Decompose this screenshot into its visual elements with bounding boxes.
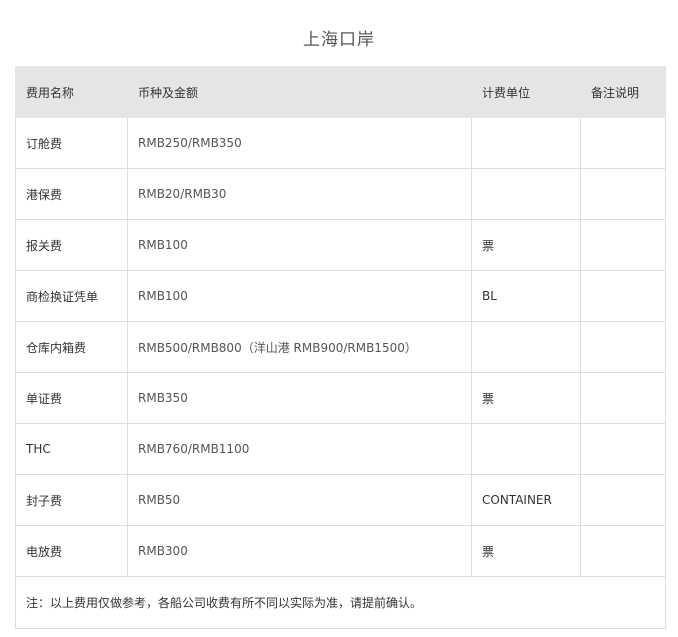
amount-cell: RMB20/RMB30 bbox=[127, 168, 472, 220]
table-row: 单证费 RMB350 票 bbox=[15, 372, 666, 424]
footnote-row: 注：以上费用仅做参考，各船公司收费有所不同以实际为准，请提前确认。 bbox=[15, 576, 666, 629]
remark-cell bbox=[580, 525, 666, 577]
table-row: 订舱费 RMB250/RMB350 bbox=[15, 117, 666, 169]
fee-name-cell: 封子费 bbox=[15, 474, 128, 526]
remark-cell bbox=[580, 423, 666, 475]
unit-cell bbox=[471, 423, 581, 475]
remark-cell bbox=[580, 270, 666, 322]
remark-cell bbox=[580, 168, 666, 220]
header-remarks: 备注说明 bbox=[580, 66, 666, 118]
header-fee-name: 费用名称 bbox=[15, 66, 128, 118]
table-row: 报关费 RMB100 票 bbox=[15, 219, 666, 271]
footnote-text: 注：以上费用仅做参考，各船公司收费有所不同以实际为准，请提前确认。 bbox=[15, 576, 666, 629]
unit-cell bbox=[471, 168, 581, 220]
header-billing-unit: 计费单位 bbox=[471, 66, 581, 118]
table-header-row: 费用名称 币种及金额 计费单位 备注说明 bbox=[15, 66, 666, 118]
fee-name-cell: 单证费 bbox=[15, 372, 128, 424]
table-row: 商检换证凭单 RMB100 BL bbox=[15, 270, 666, 322]
header-currency-amount: 币种及金额 bbox=[127, 66, 472, 118]
amount-cell: RMB350 bbox=[127, 372, 472, 424]
amount-cell: RMB100 bbox=[127, 219, 472, 271]
fee-name-cell: 订舱费 bbox=[15, 117, 128, 169]
amount-cell: RMB760/RMB1100 bbox=[127, 423, 472, 475]
remark-cell bbox=[580, 219, 666, 271]
table-row: 电放费 RMB300 票 bbox=[15, 525, 666, 577]
remark-cell bbox=[580, 474, 666, 526]
amount-cell: RMB250/RMB350 bbox=[127, 117, 472, 169]
fee-table: 费用名称 币种及金额 计费单位 备注说明 订舱费 RMB250/RMB350 港… bbox=[15, 66, 666, 629]
remark-cell bbox=[580, 117, 666, 169]
unit-cell: BL bbox=[471, 270, 581, 322]
fee-name-cell: 港保费 bbox=[15, 168, 128, 220]
unit-cell: 票 bbox=[471, 525, 581, 577]
table-row: 封子费 RMB50 CONTAINER bbox=[15, 474, 666, 526]
amount-cell: RMB500/RMB800（洋山港 RMB900/RMB1500） bbox=[127, 321, 472, 373]
table-row: 仓库内箱费 RMB500/RMB800（洋山港 RMB900/RMB1500） bbox=[15, 321, 666, 373]
unit-cell bbox=[471, 321, 581, 373]
unit-cell bbox=[471, 117, 581, 169]
amount-cell: RMB50 bbox=[127, 474, 472, 526]
fee-name-cell: 商检换证凭单 bbox=[15, 270, 128, 322]
unit-cell: CONTAINER bbox=[471, 474, 581, 526]
page-title: 上海口岸 bbox=[303, 30, 375, 50]
fee-name-cell: THC bbox=[15, 423, 128, 475]
amount-cell: RMB300 bbox=[127, 525, 472, 577]
amount-cell: RMB100 bbox=[127, 270, 472, 322]
remark-cell bbox=[580, 372, 666, 424]
fee-name-cell: 仓库内箱费 bbox=[15, 321, 128, 373]
table-row: 港保费 RMB20/RMB30 bbox=[15, 168, 666, 220]
table-row: THC RMB760/RMB1100 bbox=[15, 423, 666, 475]
fee-name-cell: 电放费 bbox=[15, 525, 128, 577]
remark-cell bbox=[580, 321, 666, 373]
fee-name-cell: 报关费 bbox=[15, 219, 128, 271]
unit-cell: 票 bbox=[471, 219, 581, 271]
unit-cell: 票 bbox=[471, 372, 581, 424]
